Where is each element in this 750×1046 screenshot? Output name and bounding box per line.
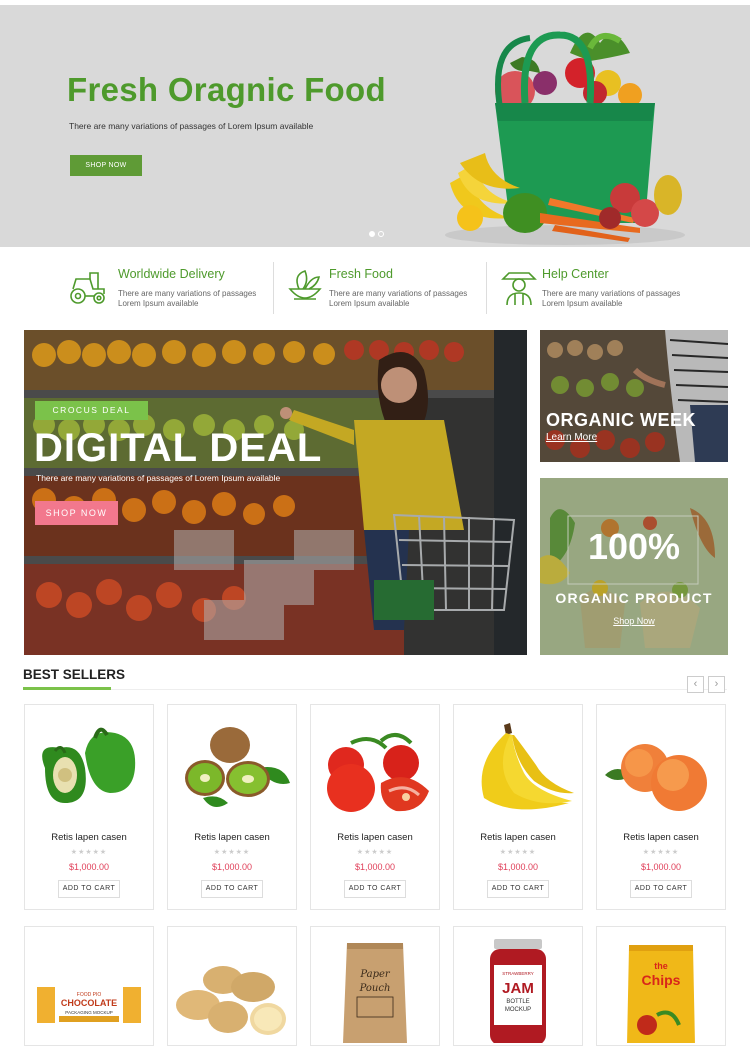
product-card[interactable]: Retis lapen casen ★★★★★ $1,000.00 ADD TO… (596, 704, 726, 910)
organic-product-banner[interactable]: 100% ORGANIC PRODUCT Shop Now (540, 478, 728, 655)
jam-bottle-image: STRAWBERRY JAM BOTTLE MOCKUP (490, 939, 546, 1043)
add-to-cart-button[interactable]: ADD TO CART (201, 880, 263, 898)
product-price: $1,000.00 (68, 862, 110, 872)
hero-subtitle: There are many variations of passages of… (69, 121, 314, 131)
feature-desc: There are many variations of passages Lo… (329, 289, 489, 308)
organic-week-banner[interactable]: ORGANIC WEEK Learn More (540, 330, 728, 462)
jam-sub-text-1: BOTTLE (506, 999, 529, 1005)
pouch-text-1: Paper (359, 969, 391, 980)
chips-bag-image: the Chips (627, 945, 695, 1043)
product-price: $1,000.00 (211, 862, 253, 872)
farmer-icon (501, 272, 537, 306)
features-strip: Worldwide Delivery There are many variat… (0, 247, 750, 327)
digital-deal-subtitle: There are many variations of passages of… (36, 473, 281, 483)
feature-help-center: Help Center There are many variations of… (499, 261, 699, 315)
product-card[interactable]: Retis lapen casen ★★★★★ $1,000.00 ADD TO… (24, 704, 154, 910)
product-card[interactable]: Retis lapen casen ★★★★★ $1,000.00 ADD TO… (310, 704, 440, 910)
rating-stars-icon: ★★★★★ (70, 849, 108, 856)
product-name[interactable]: Retis lapen casen (454, 832, 582, 843)
feature-worldwide-delivery: Worldwide Delivery There are many variat… (68, 261, 268, 315)
organic-week-title: ORGANIC WEEK (546, 410, 696, 430)
supermarket-photo (24, 330, 527, 655)
best-sellers-underline (23, 687, 111, 690)
product-name[interactable]: Retis lapen casen (25, 832, 153, 843)
grocery-bag-image (445, 31, 685, 245)
tomato-image (327, 733, 429, 812)
organic-percent: 100% (587, 526, 681, 567)
hero-banner: Fresh Oragnic Food There are many variat… (0, 5, 750, 247)
product-card[interactable] (167, 926, 297, 1046)
hero-slider-dots (369, 231, 384, 237)
potatoes-image (176, 966, 286, 1035)
feature-desc-line1: There are many variations of passages (329, 289, 468, 298)
organic-week-learn-more-link[interactable]: Learn More (546, 432, 597, 443)
add-to-cart-button[interactable]: ADD TO CART (487, 880, 549, 898)
product-card[interactable]: STRAWBERRY JAM BOTTLE MOCKUP (453, 926, 583, 1046)
rating-stars-icon: ★★★★★ (499, 849, 537, 856)
jam-sub-text-2: MOCKUP (505, 1007, 531, 1013)
section-divider (23, 689, 727, 690)
best-sellers-title: BEST SELLERS (23, 667, 126, 682)
product-card[interactable]: Retis lapen casen ★★★★★ $1,000.00 ADD TO… (167, 704, 297, 910)
digital-deal-title: DIGITAL DEAL (34, 426, 323, 470)
chips-text-1: the (654, 961, 668, 971)
leaf-bowl-icon (288, 270, 322, 300)
peach-image (605, 744, 707, 811)
paper-pouch-image: Paper Pouch (343, 943, 407, 1043)
chocolate-text: CHOCOLATE (61, 998, 117, 1008)
feature-title: Fresh Food (329, 267, 393, 281)
product-price: $1,000.00 (640, 862, 682, 872)
feature-desc-line2: Lorem Ipsum available (542, 298, 623, 308)
product-name[interactable]: Retis lapen casen (168, 832, 296, 843)
feature-title: Help Center (542, 267, 609, 281)
product-card[interactable]: Retis lapen casen ★★★★★ $1,000.00 ADD TO… (453, 704, 583, 910)
product-name[interactable]: Retis lapen casen (311, 832, 439, 843)
digital-deal-shop-now-button[interactable]: SHOP NOW (35, 501, 118, 525)
product-card[interactable]: FOOD PIO CHOCOLATE PACKAGING MOCKUP (24, 926, 154, 1046)
feature-desc-line2: Lorem Ipsum available (329, 298, 410, 308)
product-price: $1,000.00 (497, 862, 539, 872)
add-to-cart-button[interactable]: ADD TO CART (630, 880, 692, 898)
product-card[interactable]: the Chips (596, 926, 726, 1046)
feature-desc: There are many variations of passages Lo… (542, 289, 702, 308)
chocolate-sub-text: PACKAGING MOCKUP (65, 1010, 112, 1015)
jam-brand-text: STRAWBERRY (502, 971, 534, 976)
product-price: $1,000.00 (354, 862, 396, 872)
rating-stars-icon: ★★★★★ (356, 849, 394, 856)
feature-desc: There are many variations of passages Lo… (118, 289, 278, 308)
product-card[interactable]: Paper Pouch (310, 926, 440, 1046)
tractor-icon (70, 272, 105, 304)
chocolate-bar-image: FOOD PIO CHOCOLATE PACKAGING MOCKUP (37, 987, 141, 1023)
digital-deal-banner[interactable]: CROCUS DEAL DIGITAL DEAL There are many … (24, 330, 527, 655)
organic-product-shop-now-link[interactable]: Shop Now (540, 616, 728, 626)
product-name[interactable]: Retis lapen casen (597, 832, 725, 843)
feature-desc-line1: There are many variations of passages (118, 289, 257, 298)
green-pepper-image (42, 727, 136, 803)
kiwi-image (185, 727, 290, 807)
hero-shop-now-button[interactable]: SHOP NOW (70, 155, 142, 176)
feature-desc-line2: Lorem Ipsum available (118, 298, 199, 308)
banana-image (481, 723, 574, 810)
carousel-prev-button[interactable]: ‹ (687, 676, 704, 693)
chips-text-2: Chips (642, 972, 681, 988)
feature-fresh-food: Fresh Food There are many variations of … (285, 261, 485, 315)
rating-stars-icon: ★★★★★ (213, 849, 251, 856)
jam-text: JAM (502, 980, 534, 997)
feature-title: Worldwide Delivery (118, 267, 225, 281)
feature-divider (273, 262, 274, 314)
feature-divider (486, 262, 487, 314)
organic-product-title: ORGANIC PRODUCT (555, 590, 713, 606)
add-to-cart-button[interactable]: ADD TO CART (344, 880, 406, 898)
carousel-next-button[interactable]: › (708, 676, 725, 693)
pouch-text-2: Pouch (359, 983, 391, 994)
slider-dot-2[interactable] (378, 231, 384, 237)
feature-desc-line1: There are many variations of passages (542, 289, 681, 298)
rating-stars-icon: ★★★★★ (642, 849, 680, 856)
hero-title: Fresh Oragnic Food (67, 71, 386, 108)
slider-dot-1[interactable] (369, 231, 375, 237)
crocus-deal-tag: CROCUS DEAL (35, 401, 148, 420)
add-to-cart-button[interactable]: ADD TO CART (58, 880, 120, 898)
